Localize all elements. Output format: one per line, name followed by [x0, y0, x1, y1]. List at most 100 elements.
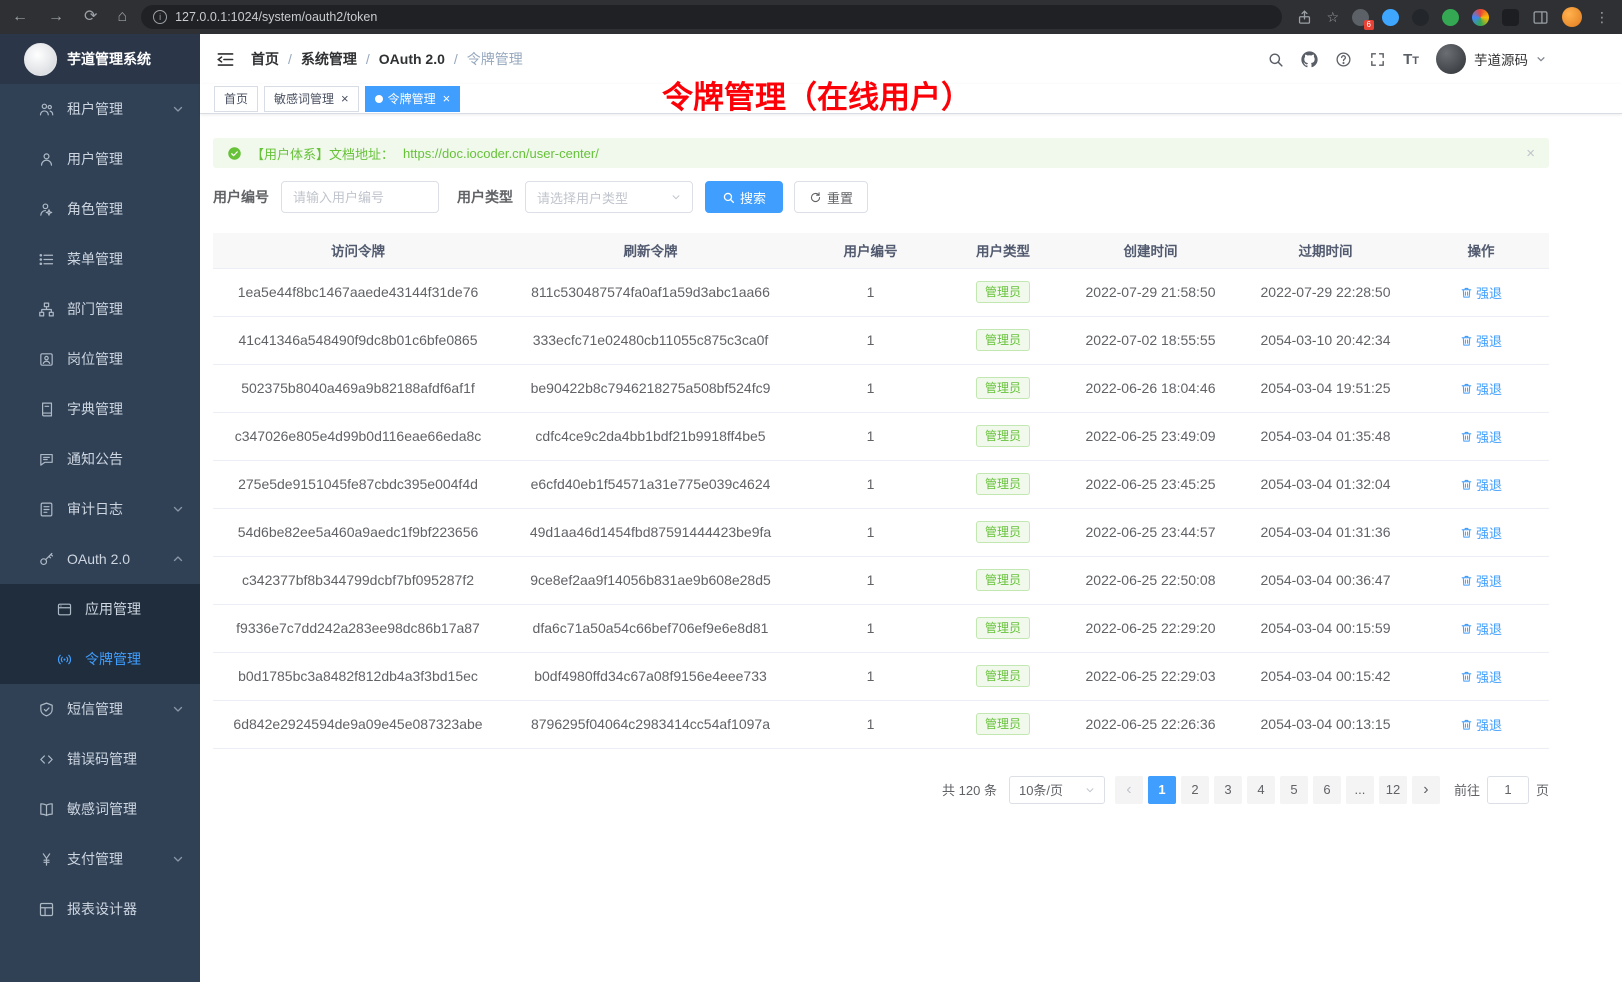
reset-button[interactable]: 重置 [794, 181, 868, 213]
prev-page-button[interactable]: ‹ [1115, 776, 1143, 804]
share-icon[interactable] [1296, 9, 1313, 26]
user-type-cell: 管理员 [943, 508, 1063, 556]
sidebar-item-sensitive[interactable]: 敏感词管理 [0, 784, 200, 834]
sidebar-item-pay[interactable]: 支付管理 [0, 834, 200, 884]
sidebar-item-errcode[interactable]: 错误码管理 [0, 734, 200, 784]
page-button-5[interactable]: 5 [1280, 776, 1308, 804]
user-type-cell: 管理员 [943, 412, 1063, 460]
sidebar-item-user[interactable]: 用户管理 [0, 134, 200, 184]
sidebar-item-dict[interactable]: 字典管理 [0, 384, 200, 434]
page-button-1[interactable]: 1 [1148, 776, 1176, 804]
force-logout-button[interactable]: 强退 [1460, 427, 1502, 446]
tab-令牌管理[interactable]: 令牌管理× [365, 86, 461, 112]
sidebar-item-report[interactable]: 报表设计器 [0, 884, 200, 934]
site-info-icon[interactable]: i [153, 10, 167, 24]
help-icon[interactable] [1335, 51, 1352, 68]
menu-icon [38, 251, 55, 268]
tab-label: 首页 [224, 90, 248, 107]
browser-forward-button[interactable]: → [48, 9, 64, 25]
sidebar-item-audit[interactable]: 审计日志 [0, 484, 200, 534]
breadcrumb-item[interactable]: 首页 [251, 49, 279, 69]
user-dropdown[interactable]: 芋道源码 [1436, 44, 1546, 74]
force-logout-button[interactable]: 强退 [1460, 331, 1502, 350]
sidebar-toggle-icon[interactable] [216, 50, 235, 69]
breadcrumb: 首页/系统管理/OAuth 2.0/令牌管理 [251, 49, 523, 69]
font-size-icon[interactable]: TT [1403, 51, 1419, 68]
tab-敏感词管理[interactable]: 敏感词管理× [264, 86, 359, 112]
goto-page-input[interactable] [1487, 776, 1529, 804]
user-id-cell: 1 [798, 604, 943, 652]
create-time-cell: 2022-06-25 23:45:25 [1063, 460, 1238, 508]
extension-icon-colorful[interactable] [1472, 9, 1489, 26]
screen: ← → ⟳ ⌂ i 127.0.0.1:1024/system/oauth2/t… [0, 0, 1622, 982]
force-logout-button[interactable]: 强退 [1460, 379, 1502, 398]
bookmark-star-icon[interactable]: ☆ [1326, 9, 1339, 26]
refresh-icon [809, 191, 822, 204]
sidebar-item-role[interactable]: 角色管理 [0, 184, 200, 234]
tab-close-icon[interactable]: × [341, 92, 349, 105]
tab-close-icon[interactable]: × [443, 92, 451, 105]
extension-icon-dark[interactable] [1412, 9, 1429, 26]
tab-首页[interactable]: 首页 [214, 86, 258, 112]
force-logout-button[interactable]: 强退 [1460, 571, 1502, 590]
sidebar-item-notice[interactable]: 通知公告 [0, 434, 200, 484]
user-type-badge: 管理员 [976, 281, 1030, 303]
extension-icon-green[interactable] [1442, 9, 1459, 26]
force-logout-label: 强退 [1476, 331, 1502, 350]
pager-ellipsis[interactable]: ... [1346, 776, 1374, 804]
breadcrumb-item[interactable]: 系统管理 [301, 49, 357, 69]
next-page-button[interactable]: › [1412, 776, 1440, 804]
breadcrumb-separator: / [366, 51, 370, 67]
user-id-input[interactable] [281, 181, 439, 213]
browser-home-button[interactable]: ⌂ [117, 9, 127, 25]
sidebar-item-oauth2-token[interactable]: 令牌管理 [0, 634, 200, 684]
page-button-12[interactable]: 12 [1379, 776, 1407, 804]
force-logout-button[interactable]: 强退 [1460, 523, 1502, 542]
force-logout-button[interactable]: 强退 [1460, 283, 1502, 302]
github-icon[interactable] [1301, 51, 1318, 68]
sidebar-item-label: 审计日志 [67, 499, 123, 519]
force-logout-button[interactable]: 强退 [1460, 619, 1502, 638]
page-button-6[interactable]: 6 [1313, 776, 1341, 804]
search-icon[interactable] [1267, 51, 1284, 68]
user-type-cell: 管理员 [943, 652, 1063, 700]
search-button[interactable]: 搜索 [705, 181, 783, 213]
sidebar-item-tenant[interactable]: 租户管理 [0, 84, 200, 134]
browser-reload-button[interactable]: ⟳ [84, 9, 97, 25]
alert-text: 【用户体系】文档地址： [251, 144, 394, 163]
action-cell: 强退 [1413, 604, 1549, 652]
sidebar-item-dept[interactable]: 部门管理 [0, 284, 200, 334]
sidebar-item-sms[interactable]: 短信管理 [0, 684, 200, 734]
action-cell: 强退 [1413, 364, 1549, 412]
table-row: c347026e805e4d99b0d116eae66eda8ccdfc4ce9… [213, 412, 1549, 460]
audit-icon [38, 501, 55, 518]
doc-link[interactable]: https://doc.iocoder.cn/user-center/ [403, 146, 599, 161]
sidebar-item-oauth2[interactable]: OAuth 2.0 [0, 534, 200, 584]
user-id-cell: 1 [798, 364, 943, 412]
breadcrumb-item[interactable]: OAuth 2.0 [379, 51, 445, 67]
user-type-select[interactable]: 请选择用户类型 [525, 181, 693, 213]
sidebar-item-oauth2-app[interactable]: 应用管理 [0, 584, 200, 634]
table-row: 502375b8040a469a9b82188afdf6af1fbe90422b… [213, 364, 1549, 412]
force-logout-button[interactable]: 强退 [1460, 715, 1502, 734]
extension-icon-blue[interactable] [1382, 9, 1399, 26]
page-button-3[interactable]: 3 [1214, 776, 1242, 804]
browser-back-button[interactable]: ← [12, 9, 28, 25]
extension-icon-grid[interactable]: 6 [1352, 9, 1369, 26]
extension-icon-puzzle[interactable] [1502, 9, 1519, 26]
refresh-token-cell: 49d1aa46d1454fbd87591444423be9fa [503, 508, 798, 556]
browser-address-bar[interactable]: i 127.0.0.1:1024/system/oauth2/token [141, 5, 1282, 29]
force-logout-button[interactable]: 强退 [1460, 475, 1502, 494]
page-size-select[interactable]: 10条/页 [1009, 776, 1105, 804]
browser-menu-icon[interactable]: ⋮ [1595, 9, 1610, 26]
force-logout-button[interactable]: 强退 [1460, 667, 1502, 686]
side-panel-icon[interactable] [1532, 9, 1549, 26]
alert-close-icon[interactable]: × [1526, 145, 1535, 162]
sidebar-item-menu[interactable]: 菜单管理 [0, 234, 200, 284]
fullscreen-icon[interactable] [1369, 51, 1386, 68]
sidebar-item-post[interactable]: 岗位管理 [0, 334, 200, 384]
page-button-4[interactable]: 4 [1247, 776, 1275, 804]
expire-time-cell: 2054-03-04 19:51:25 [1238, 364, 1413, 412]
browser-profile-avatar[interactable] [1562, 7, 1582, 27]
page-button-2[interactable]: 2 [1181, 776, 1209, 804]
